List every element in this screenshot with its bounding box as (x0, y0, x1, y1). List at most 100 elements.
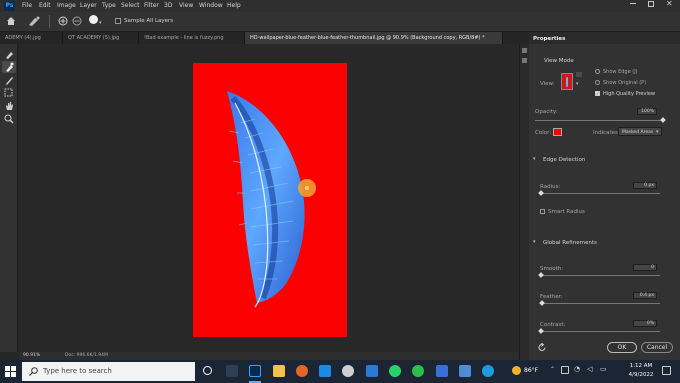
line-app-icon[interactable] (412, 365, 424, 377)
reset-icon[interactable] (538, 343, 547, 352)
brush-preset-icon[interactable] (89, 15, 98, 24)
battery-icon[interactable]: ▭ (600, 365, 607, 373)
indicates-select[interactable]: Masked Areas ▾ (618, 127, 662, 136)
menu-help[interactable]: Help (227, 2, 241, 9)
minimize-icon[interactable] (630, 3, 636, 4)
refine-edge-brush-icon[interactable] (4, 62, 14, 72)
close-icon[interactable]: ✕ (666, 0, 673, 8)
windows-start-icon[interactable] (5, 366, 16, 377)
edge-detection-heading: Edge Detection (543, 157, 586, 163)
menu-filter[interactable]: Filter (144, 2, 159, 9)
clock-date[interactable]: 4/9/2022 (626, 372, 656, 378)
smooth-slider[interactable] (540, 275, 660, 276)
panel-icon[interactable] (522, 48, 527, 53)
view-mode-swatch (576, 72, 582, 77)
document-canvas[interactable] (193, 63, 347, 337)
add-to-selection-icon[interactable] (58, 16, 68, 26)
chevron-down-icon[interactable]: ▾ (533, 239, 536, 245)
menu-edit[interactable]: Edit (39, 2, 51, 9)
opacity-field[interactable]: 100% (637, 108, 657, 115)
menu-image[interactable]: Image (57, 2, 76, 9)
cancel-button[interactable]: Cancel (641, 342, 673, 353)
smooth-field[interactable]: 0 (633, 264, 657, 271)
feather-field[interactable]: 0.4 px (633, 292, 657, 299)
firefox-icon[interactable] (296, 365, 308, 377)
brush-tool-icon[interactable] (4, 75, 14, 85)
contrast-slider[interactable] (540, 331, 660, 332)
volume-icon[interactable]: ◁ (587, 365, 592, 373)
chevron-down-icon: ▾ (656, 129, 659, 135)
show-edge-checkbox[interactable] (595, 69, 600, 74)
show-original-checkbox[interactable] (595, 80, 600, 85)
taskbar-search-box[interactable]: Type here to search (22, 362, 195, 381)
tab-document[interactable]: QT ACADEMY (5).jpg (63, 32, 139, 44)
home-icon[interactable] (6, 16, 16, 26)
divider (49, 15, 50, 28)
zoom-level[interactable]: 90.91% (23, 353, 40, 358)
radius-slider-knob[interactable] (538, 190, 544, 196)
system-tray-icon[interactable] (561, 366, 569, 374)
feather-thumbnail-icon (566, 77, 568, 87)
tab-document[interactable]: ADEMY (4).jpg (0, 32, 63, 44)
menu-select[interactable]: Select (121, 2, 140, 9)
menu-type[interactable]: Type (102, 2, 116, 9)
menu-view[interactable]: View (179, 2, 193, 9)
task-view-icon[interactable] (226, 365, 238, 377)
search-icon (29, 367, 38, 376)
contrast-field[interactable]: 0% (633, 320, 657, 327)
chevron-down-icon[interactable]: ▾ (533, 156, 536, 162)
opacity-slider-knob[interactable] (660, 117, 666, 123)
file-explorer-icon[interactable] (273, 365, 285, 377)
app-icon[interactable] (342, 365, 354, 377)
app-icon[interactable] (436, 365, 448, 377)
overlay-color-swatch[interactable] (553, 128, 562, 136)
sample-all-layers-checkbox[interactable] (115, 18, 121, 24)
zoom-app-icon[interactable] (319, 365, 331, 377)
app-icon[interactable] (366, 365, 378, 377)
cortana-icon[interactable] (203, 366, 212, 375)
color-label: Color: (535, 130, 552, 136)
menu-file[interactable]: File (22, 2, 32, 9)
maximize-icon[interactable] (648, 1, 654, 7)
zoom-tool-icon[interactable] (4, 114, 14, 124)
view-mode-thumbnail[interactable] (561, 73, 573, 90)
menu-layer[interactable]: Layer (80, 2, 97, 9)
network-icon[interactable]: ◔ (574, 365, 580, 373)
radius-slider[interactable] (540, 193, 660, 194)
weather-icon[interactable] (512, 366, 521, 375)
smooth-slider-knob[interactable] (538, 272, 544, 278)
clock-time[interactable]: 1:12 AM (626, 363, 656, 369)
chevron-down-icon[interactable]: ▾ (99, 20, 102, 26)
properties-panel: Properties View Mode View: ▾ Show Edge (… (529, 32, 680, 360)
menu-3d[interactable]: 3D (164, 2, 172, 9)
notifications-icon[interactable] (662, 366, 671, 375)
tab-document[interactable]: !Bad example - line is fuzzy.png (139, 32, 245, 44)
radius-field[interactable]: 0 px (633, 182, 657, 189)
chevron-down-icon[interactable]: ▾ (576, 81, 579, 87)
edge-icon[interactable] (482, 365, 494, 377)
opacity-slider[interactable] (535, 120, 663, 121)
ok-button[interactable]: OK (607, 342, 637, 353)
tools-panel (0, 44, 18, 352)
options-bar: ▾ Sample All Layers (0, 12, 680, 32)
refine-brush-icon[interactable] (27, 15, 41, 27)
windows-taskbar: Type here to search 86°F ⌃ ◔ ◁ ▭ 1:12 AM… (0, 360, 680, 383)
hand-tool-icon[interactable] (4, 101, 14, 111)
feather-slider-knob[interactable] (539, 300, 545, 306)
tab-document-active[interactable]: HD-wallpaper-blue-feather-blue-feather-t… (245, 32, 503, 44)
photoshop-taskbar-icon[interactable] (249, 365, 261, 377)
show-hidden-icons-icon[interactable]: ⌃ (550, 366, 555, 373)
app-icon[interactable] (459, 365, 471, 377)
contrast-slider-knob[interactable] (538, 328, 544, 334)
feather-slider[interactable] (540, 303, 660, 304)
object-selection-icon[interactable] (4, 88, 14, 98)
whatsapp-icon[interactable] (389, 365, 401, 377)
weather-temperature[interactable]: 86°F (524, 367, 538, 374)
subtract-from-selection-icon[interactable] (72, 16, 82, 26)
quick-selection-tool-icon[interactable] (4, 49, 14, 59)
menu-window[interactable]: Window (199, 2, 223, 9)
show-original-label: Show Original (P) (603, 80, 647, 86)
smart-radius-checkbox[interactable] (540, 209, 545, 214)
high-quality-preview-checkbox[interactable]: ✓ (595, 91, 600, 96)
panel-icon[interactable] (522, 58, 527, 63)
